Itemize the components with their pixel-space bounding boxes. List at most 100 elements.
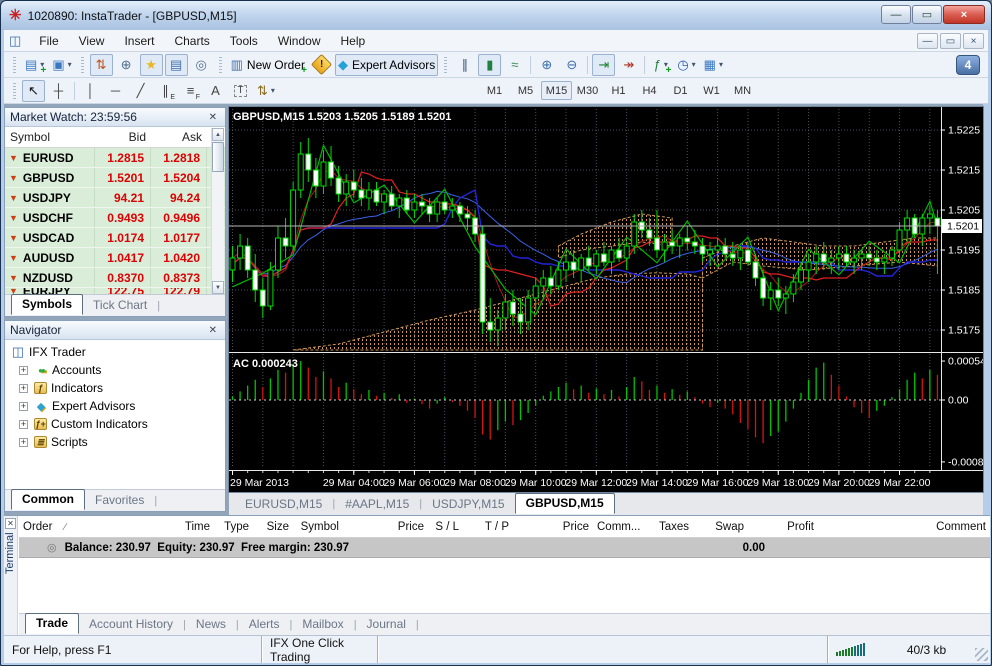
navigator-tab-common[interactable]: Common [11, 489, 85, 510]
auto-scroll-button[interactable]: ⇥ [592, 54, 615, 76]
expand-plus-icon[interactable]: + [19, 438, 28, 447]
close-icon[interactable]: ✕ [206, 325, 220, 336]
mdi-minimize-button[interactable]: — [917, 33, 938, 49]
alert-button[interactable]: ! [310, 54, 333, 76]
bar-chart-button[interactable]: ∥ [453, 54, 476, 76]
templates-button[interactable]: ▦▾ [701, 54, 726, 76]
zoom-in-button[interactable]: ⊕ [535, 54, 558, 76]
terminal-tab-trade[interactable]: Trade [25, 613, 79, 634]
market-watch-row-usdchf[interactable]: ▼USDCHF0.94930.9496 [5, 208, 225, 228]
terminal-col-comment[interactable]: Comment [818, 521, 990, 533]
navigator-item-experts[interactable]: +◆Expert Advisors [5, 397, 225, 415]
scroll-thumb[interactable] [212, 142, 224, 172]
chart-tab-gbpusd-m15[interactable]: GBPUSD,M15 [515, 493, 615, 514]
indicators-list-button[interactable]: ƒ+▾ [649, 54, 672, 76]
terminal-col-order[interactable]: Order∕ [19, 521, 139, 533]
menu-charts[interactable]: Charts [164, 31, 219, 51]
chart-shift-button[interactable]: ↠ [617, 54, 640, 76]
terminal-col-type[interactable]: Type [214, 521, 253, 533]
timeframe-W1[interactable]: W1 [696, 81, 727, 100]
timeframe-MN[interactable]: MN [727, 81, 758, 100]
market-watch-row-audusd[interactable]: ▼AUDUSD1.04171.0420 [5, 248, 225, 268]
arrows-button[interactable]: ⇅▾ [254, 80, 278, 102]
crosshair-button[interactable]: ┼ [47, 80, 70, 102]
resize-grip[interactable] [975, 648, 988, 661]
menu-view[interactable]: View [69, 31, 115, 51]
terminal-tab-news[interactable]: News [186, 615, 236, 634]
timeframe-M5[interactable]: M5 [510, 81, 541, 100]
title-bar[interactable]: ✳ 1020890: InstaTrader - [GBPUSD,M15] —▭… [1, 1, 991, 30]
terminal-col-size[interactable]: Size [253, 521, 293, 533]
timeframe-M1[interactable]: M1 [479, 81, 510, 100]
terminal-col-taxes[interactable]: Taxes [643, 521, 693, 533]
market-watch-row-nzdusd[interactable]: ▼NZDUSD0.83700.8373 [5, 268, 225, 288]
close-icon[interactable]: ✕ [206, 112, 220, 123]
toolbar-grip[interactable] [13, 57, 16, 73]
new-order-button[interactable]: ▥+New Order [228, 54, 308, 76]
navigator-root[interactable]: ◫IFX Trader [5, 343, 225, 361]
new-chart-button[interactable]: ▤+▾ [22, 54, 47, 76]
text-label-button[interactable]: T [229, 80, 252, 102]
market-watch-row-eurusd[interactable]: ▼EURUSD1.28151.2818 [5, 148, 225, 168]
market-watch-scrollbar[interactable]: ▲▼ [211, 128, 224, 294]
market-watch-col-symbol[interactable]: Symbol [5, 130, 95, 144]
mdi-restore-button[interactable]: ▭ [940, 33, 961, 49]
minimize-button[interactable]: — [881, 5, 911, 24]
close-icon[interactable]: ✕ [5, 518, 16, 529]
toolbar-grip[interactable] [13, 83, 16, 99]
equidistant-channel-button[interactable]: ∥E [154, 80, 177, 102]
expand-plus-icon[interactable]: + [19, 402, 28, 411]
data-window-button[interactable]: ⊕ [115, 54, 138, 76]
market-watch-row-usdcad[interactable]: ▼USDCAD1.01741.0177 [5, 228, 225, 248]
line-chart-button[interactable]: ≈ [503, 54, 526, 76]
scroll-up-icon[interactable]: ▲ [212, 128, 224, 141]
terminal-col-swap[interactable]: Swap [693, 521, 748, 533]
expert-advisors-button[interactable]: ◆Expert Advisors [335, 54, 438, 76]
fibonacci-button[interactable]: ≡F [179, 80, 202, 102]
strategy-tester-button[interactable]: ◎ [190, 54, 213, 76]
navigator-item-indicators[interactable]: +ƒIndicators [5, 379, 225, 397]
cursor-button[interactable]: ↖ [22, 80, 45, 102]
timeframe-H4[interactable]: H4 [634, 81, 665, 100]
timeframe-M15[interactable]: M15 [541, 81, 572, 100]
horizontal-line-button[interactable]: ─ [104, 80, 127, 102]
navigator-item-scripts[interactable]: +≣Scripts [5, 433, 225, 451]
price-chart[interactable]: 1.52251.52151.52051.51951.51851.51751.52… [229, 107, 983, 492]
terminal-col-price[interactable]: Price [343, 521, 428, 533]
navigator-caption[interactable]: Navigator ✕ [5, 321, 225, 340]
periods-button[interactable]: ◷▾ [674, 54, 698, 76]
timeframe-M30[interactable]: M30 [572, 81, 603, 100]
market-watch-col-ask[interactable]: Ask [151, 130, 207, 144]
timeframe-D1[interactable]: D1 [665, 81, 696, 100]
navigator-tab-favorites[interactable]: Favorites [85, 491, 154, 510]
notifications-badge[interactable]: 4 [956, 55, 980, 75]
terminal-tab-account-history[interactable]: Account History [79, 615, 183, 634]
navigator-item-accounts[interactable]: +●●Accounts [5, 361, 225, 379]
vertical-line-button[interactable]: │ [79, 80, 102, 102]
terminal-tab-mailbox[interactable]: Mailbox [292, 615, 353, 634]
toolbar-grip[interactable] [81, 57, 84, 73]
terminal-col-price[interactable]: Price [513, 521, 593, 533]
terminal-col-comm-[interactable]: Comm... [593, 521, 643, 533]
candlestick-chart-button[interactable]: ▮ [478, 54, 501, 76]
chart-tab-eurusd-m15[interactable]: EURUSD,M15 [235, 495, 332, 514]
market-watch-col-bid[interactable]: Bid [95, 130, 151, 144]
toolbar-grip[interactable] [219, 57, 222, 73]
text-button[interactable]: A [204, 80, 227, 102]
toolbar-grip[interactable] [444, 57, 447, 73]
balance-row[interactable]: ◎ Balance: 230.97 Equity: 230.97 Free ma… [19, 538, 990, 558]
menu-insert[interactable]: Insert [114, 31, 164, 51]
expand-plus-icon[interactable]: + [19, 420, 28, 429]
terminal-col-profit[interactable]: Profit [748, 521, 818, 533]
terminal-toggle-button[interactable]: ▤ [165, 54, 188, 76]
profiles-button[interactable]: ▣▾ [49, 54, 74, 76]
terminal-tab-journal[interactable]: Journal [357, 615, 416, 634]
menu-help[interactable]: Help [331, 31, 376, 51]
chart-tab-usdjpy-m15[interactable]: USDJPY,M15 [422, 495, 514, 514]
navigator-toggle-button[interactable]: ★ [140, 54, 163, 76]
one-click-trading-cell[interactable]: IFX One Click Trading [262, 636, 378, 663]
chart-tab--aapl-m15[interactable]: #AAPL,M15 [335, 495, 419, 514]
zoom-out-button[interactable]: ⊖ [560, 54, 583, 76]
mdi-close-button[interactable]: × [963, 33, 984, 49]
trendline-button[interactable]: ╱ [129, 80, 152, 102]
